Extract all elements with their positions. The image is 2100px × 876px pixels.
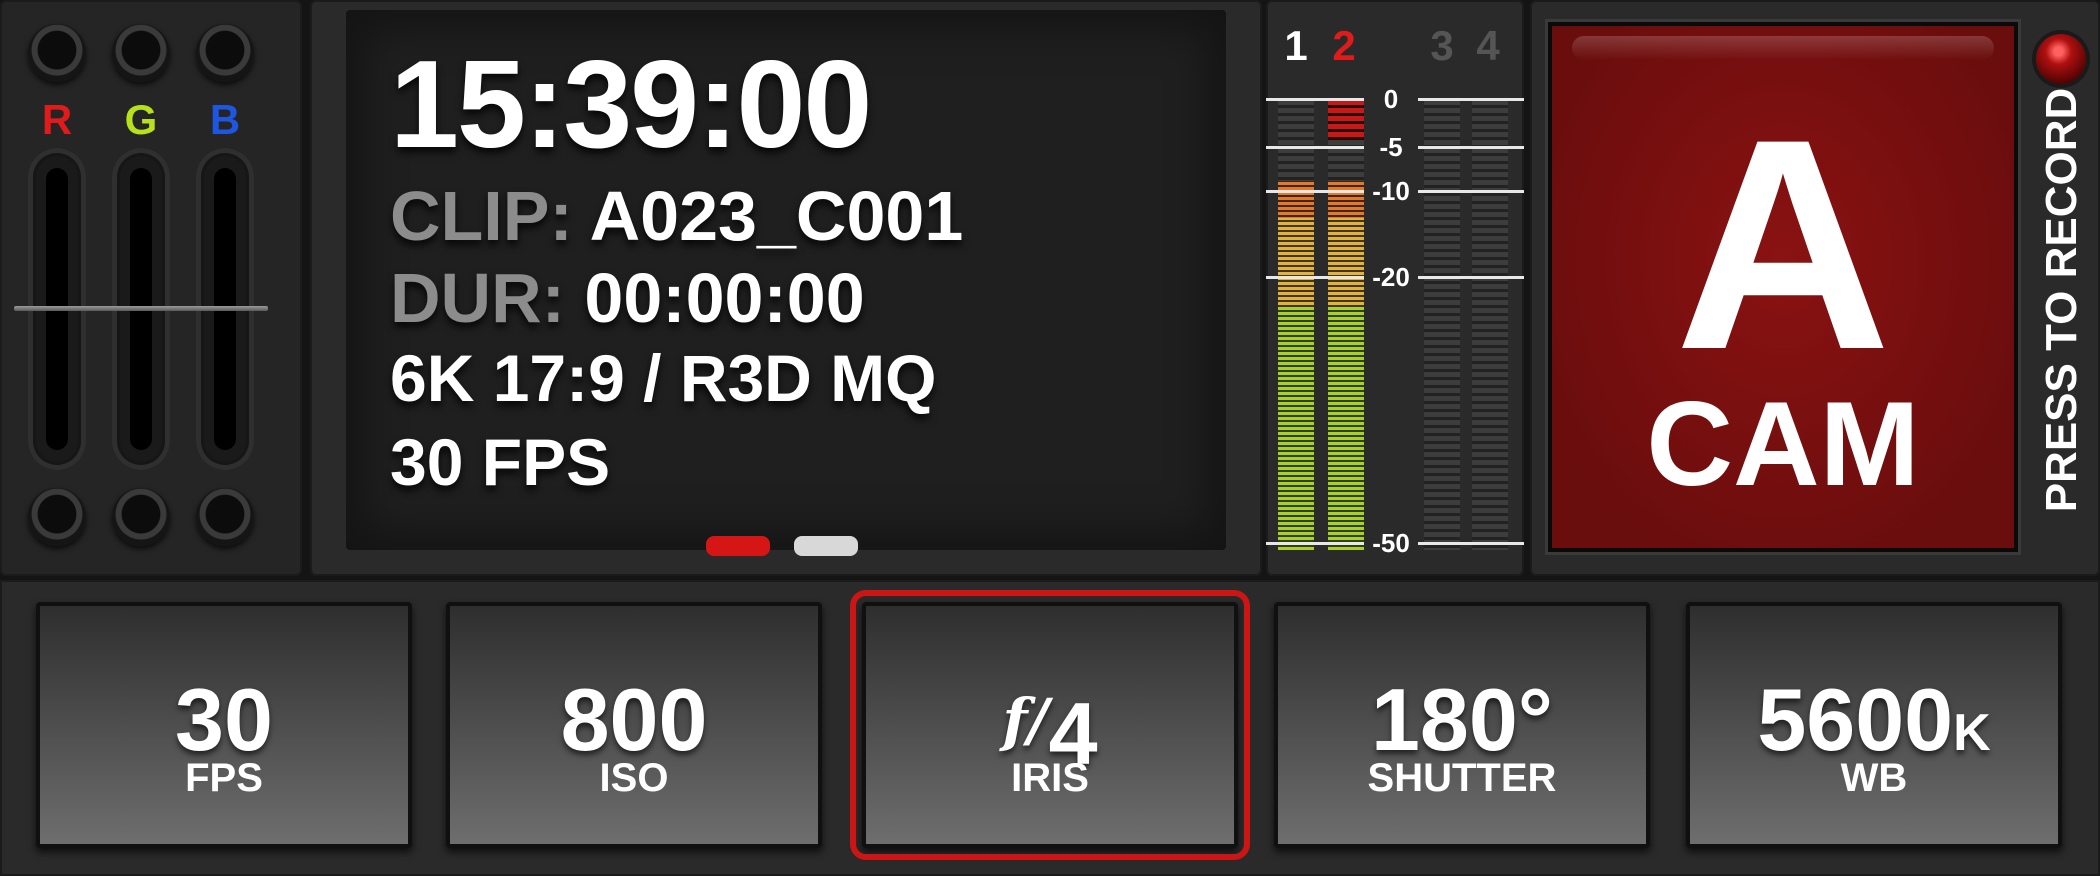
wb-number: 5600 — [1757, 670, 1954, 769]
iris-button[interactable]: f/4 IRIS — [850, 590, 1250, 860]
shutter-label: SHUTTER — [1367, 756, 1557, 800]
rgb-panel: R G B — [0, 0, 302, 576]
wb-button[interactable]: 5600K WB — [1686, 602, 2062, 848]
press-to-record-label: PRESS TO RECORD — [2037, 87, 2086, 513]
db-minus-20: -20 — [1372, 262, 1410, 292]
channel-3-meter — [1424, 100, 1460, 550]
format-readout: 6K 17:9 / R3D MQ — [390, 341, 937, 415]
timecode: 15:39:00 — [390, 36, 872, 174]
db-minus-50: -50 — [1372, 528, 1410, 558]
channel-3-label: 3 — [1430, 22, 1454, 69]
db-0: 0 — [1383, 84, 1399, 114]
rgb-center-line — [14, 306, 268, 311]
page-indicator-2[interactable] — [794, 536, 858, 556]
b-bottom-knob[interactable] — [196, 488, 254, 546]
channel-2-peak — [1328, 100, 1364, 140]
clip-line: CLIP: A023_C001 — [390, 176, 963, 256]
fps-label: FPS — [185, 756, 263, 800]
iso-button[interactable]: 800 ISO — [446, 602, 822, 848]
g-bottom-knob[interactable] — [112, 488, 170, 546]
record-area: A CAM PRESS TO RECORD — [1530, 0, 2100, 576]
r-bottom-knob[interactable] — [28, 488, 86, 546]
duration-value: 00:00:00 — [584, 259, 865, 337]
channel-1-label: 1 — [1284, 22, 1308, 69]
channel-4-label: 4 — [1476, 22, 1500, 69]
wb-unit: K — [1953, 704, 1991, 762]
db-minus-10: -10 — [1372, 176, 1410, 206]
wb-label: WB — [1840, 756, 1908, 800]
channel-2-label: 2 — [1332, 22, 1356, 69]
b-label: B — [209, 96, 241, 143]
clip-label: CLIP: — [390, 177, 573, 255]
channel-1-meter — [1278, 100, 1314, 550]
shutter-button[interactable]: 180° SHUTTER — [1274, 602, 1650, 848]
fps-button[interactable]: 30 FPS — [36, 602, 412, 848]
audio-meters: 1 2 3 4 0 -5 -10 -20 -50 — [1266, 0, 1524, 576]
f-stop-symbol: f/ — [1002, 686, 1049, 754]
fps-value: 30 — [175, 670, 273, 769]
camera-letter: A — [1674, 76, 1892, 412]
page-indicator-1[interactable] — [706, 536, 770, 556]
clip-value: A023_C001 — [589, 177, 964, 255]
g-top-knob[interactable] — [112, 24, 170, 82]
record-button[interactable]: A CAM — [1548, 22, 2018, 552]
r-top-knob[interactable] — [28, 24, 86, 82]
duration-label: DUR: — [390, 259, 565, 337]
shutter-value: 180° — [1370, 670, 1553, 769]
camera-word: CAM — [1646, 377, 1920, 511]
channel-2-meter — [1328, 100, 1364, 550]
record-led-icon — [2036, 34, 2086, 84]
duration-line: DUR: 00:00:00 — [390, 258, 865, 338]
db-minus-5: -5 — [1379, 132, 1403, 162]
r-label: R — [41, 96, 73, 143]
iso-label: ISO — [599, 756, 669, 800]
info-panel[interactable]: 15:39:00 CLIP: A023_C001 DUR: 00:00:00 6… — [310, 0, 1262, 576]
channel-4-meter — [1472, 100, 1508, 550]
fps-readout: 30 FPS — [390, 425, 611, 499]
g-label: G — [124, 96, 158, 143]
iris-label: IRIS — [1011, 756, 1089, 800]
iso-value: 800 — [560, 670, 708, 769]
b-top-knob[interactable] — [196, 24, 254, 82]
